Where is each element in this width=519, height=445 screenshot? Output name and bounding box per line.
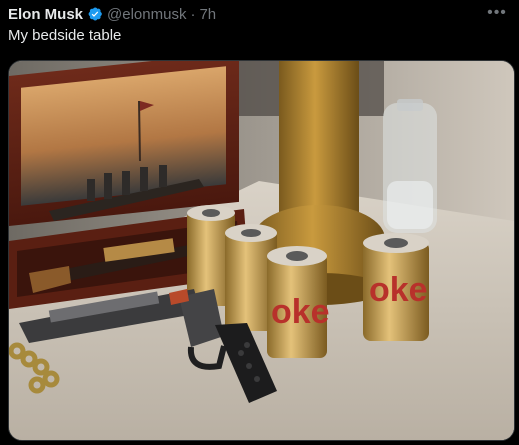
separator-dot: · (190, 5, 196, 23)
timestamp[interactable]: 7h (199, 6, 216, 23)
tweet-photo[interactable]: oke oke (8, 60, 515, 441)
can-label: oke (369, 271, 428, 309)
more-horizontal-icon: ••• (487, 4, 507, 21)
verified-badge-icon (88, 7, 102, 21)
water-bottle (383, 99, 437, 233)
author-handle[interactable]: @elonmusk (107, 6, 186, 23)
author-name[interactable]: Elon Musk (8, 6, 83, 23)
more-options-button[interactable]: ••• (485, 3, 509, 23)
tweet-text: My bedside table (8, 27, 122, 44)
tweet-header: Elon Musk @elonmusk · 7h (8, 4, 216, 24)
can-label: oke (271, 293, 330, 331)
bedside-table-photo: oke oke (9, 61, 514, 440)
